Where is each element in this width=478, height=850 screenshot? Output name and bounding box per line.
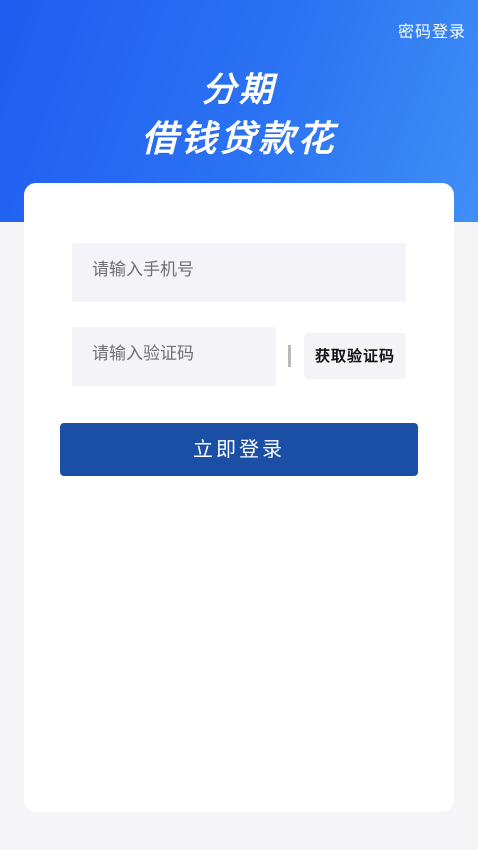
- phone-input[interactable]: 请输入手机号: [72, 243, 406, 302]
- password-login-link[interactable]: 密码登录: [398, 18, 466, 42]
- app-title-line2: 借钱贷款花: [141, 119, 337, 160]
- verification-code-input[interactable]: 请输入验证码: [72, 327, 276, 386]
- login-button[interactable]: 立即登录: [60, 423, 418, 476]
- input-divider: [288, 345, 291, 367]
- get-code-button[interactable]: 获取验证码: [304, 333, 406, 379]
- app-title-line1: 分期: [202, 70, 276, 110]
- login-card: 请输入手机号 请输入验证码 获取验证码 立即登录: [24, 183, 454, 812]
